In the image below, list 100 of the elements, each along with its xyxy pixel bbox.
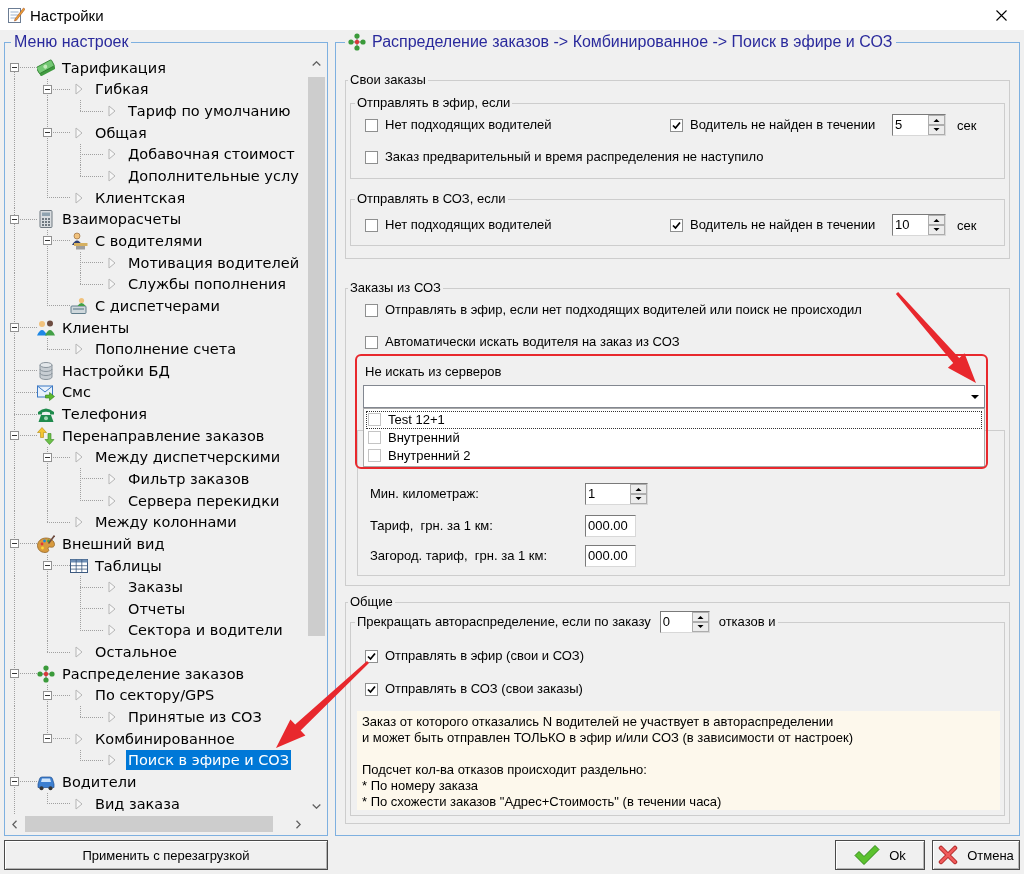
notepad-pencil-icon	[7, 6, 25, 24]
tree-item[interactable]: Мотивация водителей	[126, 252, 302, 273]
tree-item[interactable]: С водителями	[93, 230, 205, 251]
tree-item[interactable]: Комбинированное	[93, 728, 237, 749]
tree-item[interactable]: Заказы	[126, 577, 185, 598]
ok-button[interactable]: Ok	[835, 840, 925, 870]
checkmark-icon	[672, 220, 681, 230]
collapse-icon[interactable]	[10, 777, 19, 787]
checkbox[interactable]	[365, 682, 378, 696]
tree-item[interactable]: Телефония	[60, 404, 149, 425]
spin-field[interactable]: 1	[585, 483, 648, 505]
tree-item[interactable]: Тарификация	[60, 57, 168, 78]
collapse-icon[interactable]	[43, 690, 52, 700]
checkbox[interactable]	[365, 335, 378, 349]
tree-item[interactable]: Водители	[60, 771, 139, 792]
tree-item[interactable]: Между диспетчерскими	[93, 447, 283, 468]
triangle-icon	[108, 494, 116, 507]
calculator-icon	[37, 210, 55, 229]
collapse-icon[interactable]	[10, 431, 19, 441]
checkbox[interactable]	[670, 218, 683, 232]
note-text: Подсчет кол-ва отказов происходит раздельно: * По номеру заказа * По схожести заказов "Адрес+Стоимость" (в течении часа)	[362, 762, 723, 810]
checkbox[interactable]	[365, 649, 378, 663]
checkbox[interactable]	[365, 118, 378, 132]
collapse-icon[interactable]	[43, 452, 52, 462]
tree-item[interactable]: Сервера перекидки	[126, 490, 282, 511]
collapse-icon[interactable]	[43, 128, 52, 138]
field-label: Загород. тариф, грн. за 1 км:	[370, 548, 549, 564]
dropdown-item[interactable]: Test 12+1	[366, 411, 982, 429]
collapse-icon[interactable]	[43, 84, 52, 94]
tree-item[interactable]: Перенаправление заказов	[60, 425, 267, 446]
collapse-icon[interactable]	[43, 236, 52, 246]
checkbox[interactable]	[365, 303, 378, 317]
triangle-icon	[75, 343, 83, 356]
triangle-icon	[75, 646, 83, 659]
close-icon	[995, 9, 1007, 21]
tree-item[interactable]: Распределение заказов	[60, 663, 247, 684]
tree-item[interactable]: Настройки БД	[60, 360, 172, 381]
tree-item[interactable]: Вид заказа	[93, 793, 182, 814]
scrollbar-thumb[interactable]	[25, 816, 273, 832]
tree-item[interactable]: Поиск в эфире и СОЗ	[126, 750, 292, 771]
tree-item[interactable]: Пополнение счета	[93, 339, 239, 360]
checkbox[interactable]	[368, 431, 381, 444]
field-label: Мин. километраж:	[370, 486, 480, 502]
dropdown-item[interactable]: Внутренний 2	[366, 446, 982, 464]
apply-button[interactable]: Применить с перезагрузкой	[4, 840, 328, 870]
tree-item[interactable]: Гибкая	[93, 79, 151, 100]
tree-item[interactable]: Тариф по умолчанию	[126, 101, 293, 122]
dropdown-field[interactable]	[363, 385, 985, 408]
cancel-button[interactable]: Отмена	[932, 840, 1020, 870]
collapse-icon[interactable]	[10, 669, 19, 679]
checkbox[interactable]	[670, 118, 683, 132]
tree-item[interactable]: Взаиморасчеты	[60, 209, 184, 230]
tree-item[interactable]: Клиентская	[93, 187, 188, 208]
tree-item[interactable]: Внешний вид	[60, 533, 167, 554]
checkbox[interactable]	[365, 218, 378, 232]
triangle-icon	[108, 256, 116, 269]
envelope-icon	[37, 383, 55, 402]
tree-item[interactable]: Дополнительные услу	[126, 166, 301, 186]
tree-item[interactable]: Фильтр заказов	[126, 469, 252, 489]
checkmark-icon	[367, 684, 376, 694]
tree-item[interactable]: Таблицы	[93, 555, 164, 576]
window-title: Настройки	[30, 6, 105, 24]
spin-arrows-icon	[928, 215, 945, 235]
collapse-icon[interactable]	[10, 323, 19, 332]
person-at-desk-icon	[70, 231, 88, 250]
tree-item[interactable]: Службы пополнения	[126, 274, 289, 295]
caret-right-icon	[296, 819, 301, 829]
checkbox[interactable]	[368, 413, 381, 427]
checkbox[interactable]	[365, 150, 378, 164]
scrollbar-thumb[interactable]	[308, 77, 325, 636]
text-field[interactable]: 000.00	[585, 545, 636, 567]
tree-item[interactable]: Добавочная стоимост	[126, 144, 297, 165]
tree-item[interactable]: Общая	[93, 122, 149, 143]
tree-item[interactable]: Принятые из СОЗ	[126, 707, 264, 728]
tree-item[interactable]: Остальное	[93, 642, 179, 663]
collapse-icon[interactable]	[43, 561, 52, 571]
tree-item[interactable]: Отчеты	[126, 598, 188, 619]
caret-down-icon	[312, 804, 321, 809]
spin-field[interactable]: 0	[659, 611, 710, 633]
text-field[interactable]: 000.00	[585, 515, 636, 537]
tree-item[interactable]: Сектора и водители	[126, 620, 285, 641]
spin-arrows-icon	[928, 115, 945, 135]
collapse-icon[interactable]	[43, 734, 52, 744]
panel-title: Меню настроек	[13, 33, 130, 51]
triangle-icon	[108, 581, 116, 594]
tree-item[interactable]: По сектору/GPS	[93, 685, 217, 706]
collapse-icon[interactable]	[10, 539, 19, 549]
collapse-icon[interactable]	[10, 214, 19, 224]
tree-item[interactable]: Между колоннами	[93, 512, 239, 533]
spin-field[interactable]: 10	[892, 214, 946, 236]
unit-label: сек	[957, 217, 977, 233]
tree-item[interactable]: С диспетчерами	[93, 295, 222, 316]
spin-field[interactable]: 5	[892, 114, 946, 136]
tree-item[interactable]: Смс	[60, 382, 94, 403]
collapse-icon[interactable]	[10, 63, 19, 73]
checkbox[interactable]	[368, 448, 381, 462]
tree-item[interactable]: Клиенты	[60, 317, 132, 338]
dropdown-item[interactable]: Внутренний	[366, 428, 982, 447]
palette-icon	[37, 534, 55, 553]
option-label: Отправлять в эфир (свои и СОЗ)	[385, 648, 585, 664]
